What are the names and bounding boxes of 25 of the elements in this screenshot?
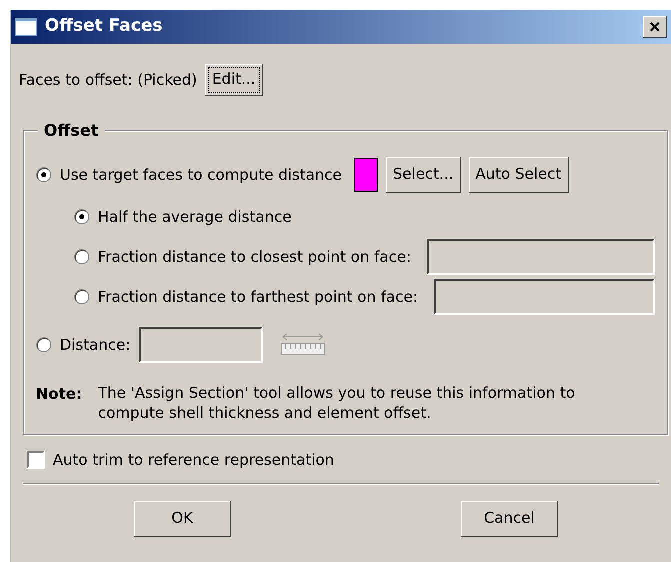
cancel-button[interactable]: Cancel — [461, 501, 558, 537]
select-button[interactable]: Select... — [386, 157, 461, 193]
auto-trim-label: Auto trim to reference representation — [53, 450, 334, 470]
color-swatch[interactable] — [354, 158, 378, 192]
option-label: Fraction distance to closest point on face: — [98, 246, 412, 268]
edit-button[interactable]: Edit... — [205, 64, 263, 96]
note-label: Note: — [36, 384, 82, 405]
close-button[interactable] — [643, 16, 667, 38]
radio-button[interactable] — [36, 337, 52, 353]
auto-trim-checkbox[interactable] — [27, 450, 45, 469]
radio-button[interactable] — [74, 209, 90, 225]
window-icon — [15, 18, 37, 36]
option-label: Half the average distance — [98, 206, 292, 228]
window-title: Offset Faces — [45, 15, 163, 38]
faces-label: Faces to offset: (Picked) — [19, 70, 198, 91]
radio-button[interactable] — [74, 249, 90, 265]
select-button[interactable]: Auto Select — [468, 157, 568, 193]
close-icon — [650, 22, 660, 32]
ok-button[interactable]: OK — [134, 501, 231, 537]
distance-label: Distance: — [60, 334, 131, 356]
radio-button[interactable] — [36, 167, 52, 183]
note-text: The 'Assign Section' tool allows you to reuse this information to compute shell thickness and element offset. — [98, 383, 576, 424]
option-label: Fraction distance to farthest point on face: — [98, 286, 418, 308]
radio-button[interactable] — [74, 289, 90, 305]
option-label: Use target faces to compute distance — [60, 164, 342, 186]
